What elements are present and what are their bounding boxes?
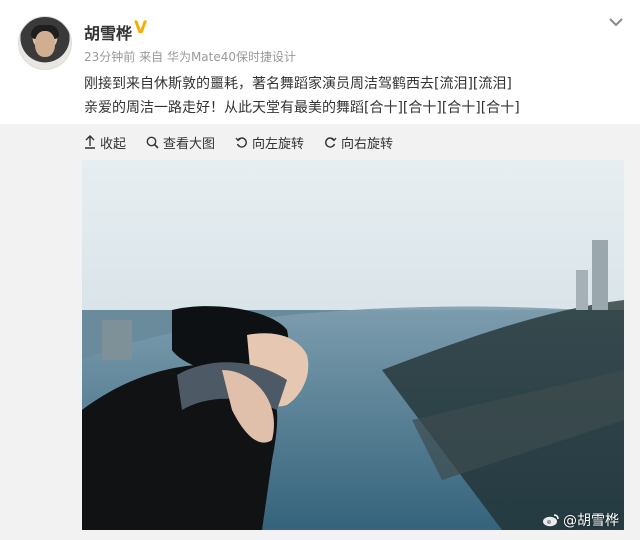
verified-badge-icon: V [134, 18, 148, 38]
rotate-right-button[interactable]: 向右旋转 [324, 132, 393, 152]
post-header: 胡雪桦 V 23分钟前 来自 华为Mate40保时捷设计 刚接到来自休斯敦的噩耗… [0, 0, 640, 124]
post-content: 刚接到来自休斯敦的噩耗，著名舞蹈家演员周洁驾鹤西去[流泪][流泪] 亲爱的周洁一… [84, 72, 624, 120]
collapse-button[interactable]: 收起 [84, 132, 126, 152]
rotate-left-label: 向左旋转 [252, 136, 305, 152]
post-time[interactable]: 23分钟前 [84, 50, 135, 64]
content-line-2: 亲爱的周洁一路走好！从此天堂有最美的舞蹈[合十][合十][合十][合十] [84, 100, 520, 116]
avatar-face [35, 31, 55, 57]
post-photo-illustration [82, 160, 624, 530]
post-meta: 23分钟前 来自 华为Mate40保时捷设计 [84, 48, 296, 65]
rotate-left-icon [235, 136, 247, 148]
image-watermark: @胡雪桦 [542, 510, 619, 530]
media-toolbar: 收起 查看大图 向左旋转 向右旋转 [84, 132, 413, 152]
content-line-1: 刚接到来自休斯敦的噩耗，著名舞蹈家演员周洁驾鹤西去[流泪][流泪] [84, 76, 512, 92]
zoom-icon [146, 136, 159, 149]
username[interactable]: 胡雪桦 [84, 20, 132, 44]
collapse-label: 收起 [100, 136, 127, 152]
device-name: 华为Mate40保时捷设计 [166, 50, 297, 64]
view-large-button[interactable]: 查看大图 [146, 132, 215, 152]
collapse-icon [85, 135, 95, 149]
post-image[interactable] [82, 160, 624, 530]
weibo-icon [543, 514, 559, 527]
rotate-right-label: 向右旋转 [341, 136, 394, 152]
avatar[interactable] [18, 16, 72, 70]
view-large-label: 查看大图 [163, 136, 216, 152]
source-prefix: 来自 [139, 50, 164, 64]
chevron-down-icon[interactable] [606, 12, 626, 32]
rotate-left-button[interactable]: 向左旋转 [235, 132, 304, 152]
rotate-right-icon [325, 136, 337, 148]
watermark-text: @胡雪桦 [563, 513, 619, 529]
